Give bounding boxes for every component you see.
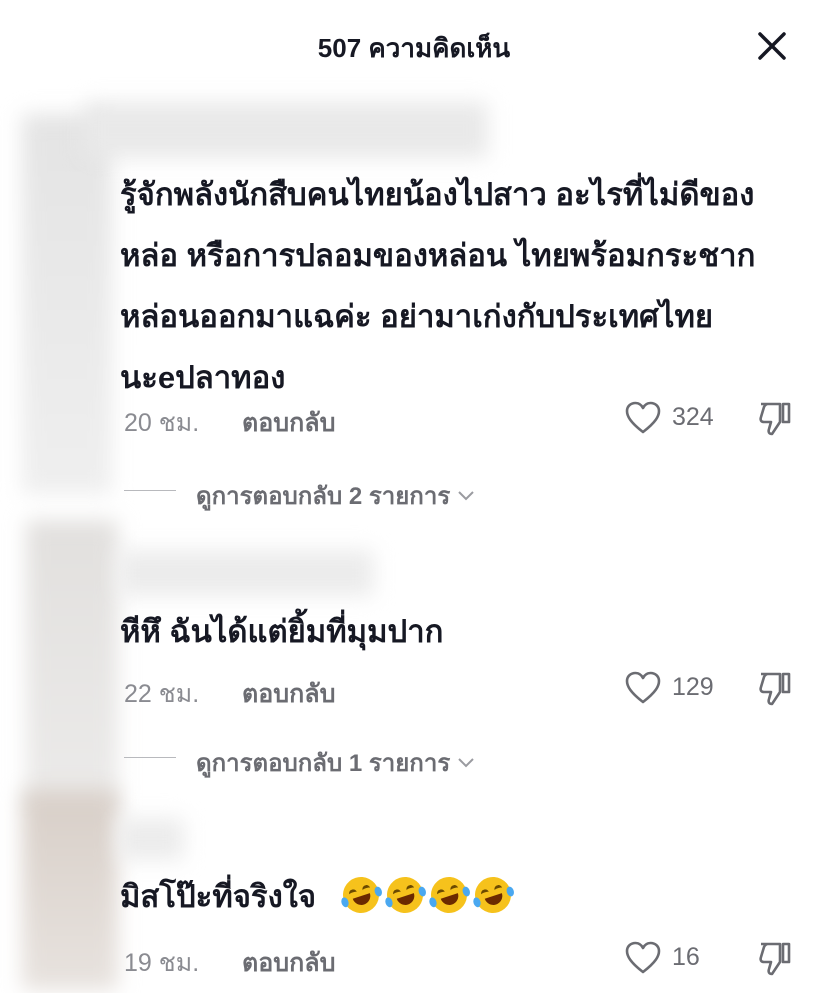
comment-timestamp: 19 ชม. [124,949,200,977]
like-count: 324 [672,403,714,431]
close-icon [758,32,786,60]
close-button[interactable] [752,26,792,66]
heart-outline-icon [625,671,661,704]
comments-header: 507 ความคิดเห็น [0,0,828,92]
laughing-emoji-icon [382,872,428,918]
username-blurred [84,102,488,158]
dislike-button[interactable] [756,668,796,708]
replies-divider [124,490,176,491]
replies-divider [124,757,176,758]
avatar-blurred [22,114,112,494]
view-replies-label: ดูการตอบกลับ 1 รายการ [196,743,475,782]
thumbs-down-icon [759,942,791,976]
thumbs-down-icon [759,672,791,706]
username-blurred [118,550,374,596]
dislike-button[interactable] [756,938,796,978]
like-count: 129 [672,673,714,701]
chevron-down-icon [458,758,474,768]
view-replies-button[interactable]: ดูการตอบกลับ 2 รายการ [124,476,524,510]
laughing-emoji-icon [470,872,516,918]
thumbs-down-icon [759,402,791,436]
like-button[interactable]: 324 [624,398,724,438]
view-replies-label: ดูการตอบกลับ 2 รายการ [196,476,475,515]
reply-button[interactable]: ตอบกลับ [242,674,335,714]
comment-text: รู้จักพลังนักสืบคนไทยน้องไปสาว อะไรที่ไม… [120,177,756,395]
reply-button[interactable]: ตอบกลับ [242,943,335,983]
comments-count-title: 507 ความคิดเห็น [317,33,511,63]
username-blurred [118,818,184,860]
comment-timestamp: 22 ชม. [124,680,200,708]
like-button[interactable]: 129 [624,668,724,708]
like-count: 16 [672,943,700,971]
chevron-down-icon [458,491,474,501]
comment-text: มิสโป๊ะที่จริงใจ [120,866,810,927]
avatar-blurred [22,790,118,990]
comment-timestamp: 20 ชม. [124,409,200,437]
heart-outline-icon [625,401,661,434]
avatar-blurred [26,520,118,810]
laughing-emoji-icon [426,872,472,918]
reply-button[interactable]: ตอบกลับ [242,403,335,443]
laughing-emoji-icon [338,872,384,918]
like-button[interactable]: 16 [624,938,724,978]
comment-text: หีหึ ฉันได้แต่ยิ้มที่มุมปาก [120,614,444,649]
view-replies-button[interactable]: ดูการตอบกลับ 1 รายการ [124,743,524,777]
dislike-button[interactable] [756,398,796,438]
heart-outline-icon [625,941,661,974]
